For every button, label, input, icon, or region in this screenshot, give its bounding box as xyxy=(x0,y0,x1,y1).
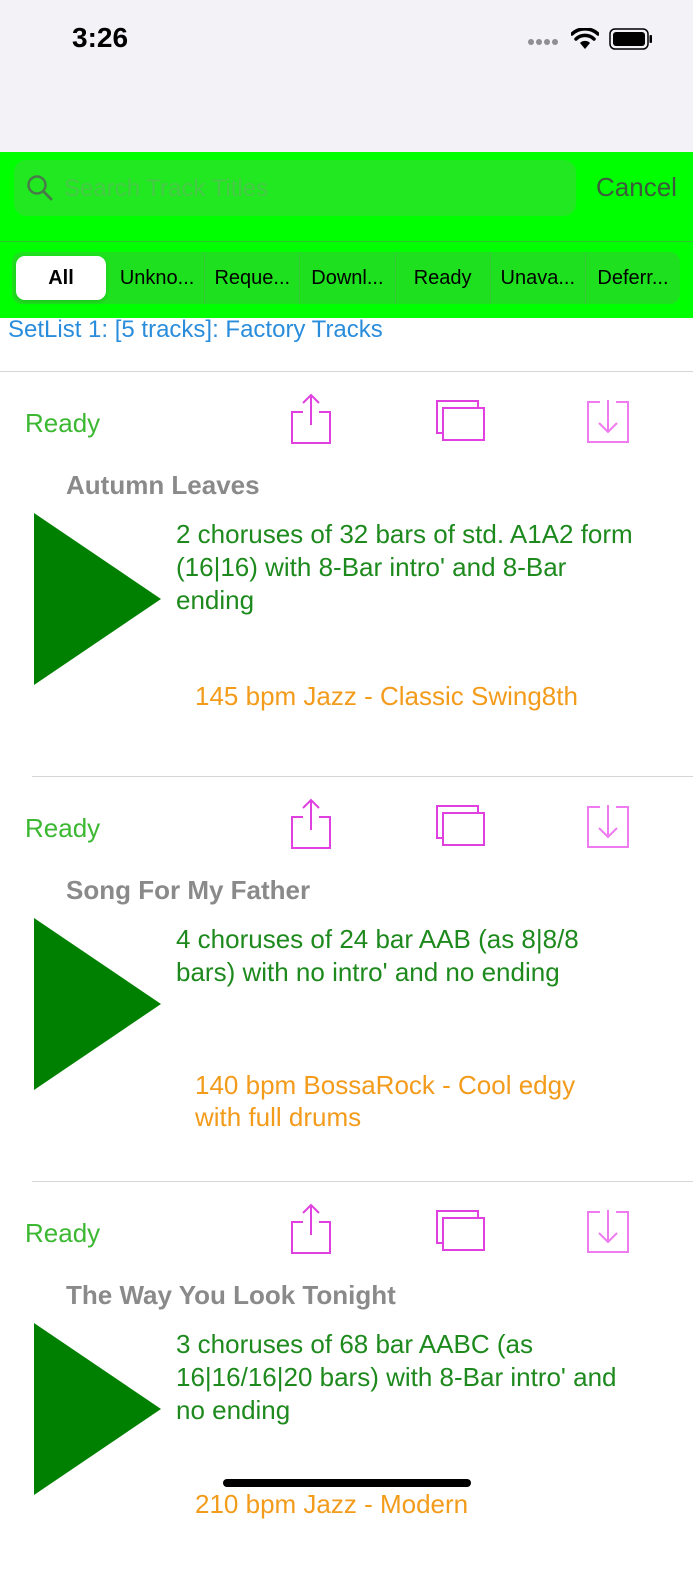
wifi-icon xyxy=(570,27,600,55)
segment-deferred[interactable]: Deferr... xyxy=(586,252,680,304)
play-icon[interactable] xyxy=(34,513,162,690)
track-style: 210 bpm Jazz - Modern xyxy=(195,1489,469,1519)
status-filter-segmented-control: All Unkno... Reque... Downl... Ready Una… xyxy=(12,252,680,304)
track-status: Ready xyxy=(25,1218,101,1248)
track-row[interactable]: Ready Song For My Father 4 choruses of 2… xyxy=(0,777,693,1182)
play-icon[interactable] xyxy=(34,918,162,1095)
track-status: Ready xyxy=(25,813,101,843)
duplicate-icon[interactable] xyxy=(436,805,486,852)
search-field[interactable] xyxy=(14,160,576,216)
battery-icon xyxy=(609,28,653,55)
download-icon[interactable] xyxy=(586,396,630,449)
duplicate-icon[interactable] xyxy=(436,400,486,447)
segment-unknown[interactable]: Unkno... xyxy=(110,252,206,304)
status-icons xyxy=(527,27,653,55)
track-row[interactable]: Ready The Way You Look Tonight 3 choruse… xyxy=(0,1182,693,1587)
share-icon[interactable] xyxy=(288,1202,334,1261)
track-description: 3 choruses of 68 bar AABC (as 16|16/16|2… xyxy=(176,1329,617,1425)
segment-unavailable[interactable]: Unava... xyxy=(491,252,586,304)
track-title: Song For My Father xyxy=(66,875,311,905)
segment-ready[interactable]: Ready xyxy=(396,252,491,304)
track-status: Ready xyxy=(25,408,101,438)
segment-downloading[interactable]: Downl... xyxy=(300,252,396,304)
download-icon[interactable] xyxy=(586,1206,630,1259)
track-title: Autumn Leaves xyxy=(66,470,260,500)
track-row[interactable]: Ready Autumn Leaves 2 choruses of 32 bar… xyxy=(0,372,693,777)
track-title: The Way You Look Tonight xyxy=(66,1280,396,1310)
play-icon[interactable] xyxy=(34,1323,162,1500)
track-description: 2 choruses of 32 bars of std. A1A2 form … xyxy=(176,519,633,615)
duplicate-icon[interactable] xyxy=(436,1210,486,1257)
share-icon[interactable] xyxy=(288,392,334,451)
search-input[interactable] xyxy=(62,168,566,210)
download-icon[interactable] xyxy=(586,801,630,854)
signal-icon xyxy=(527,33,561,51)
status-bar: 3:26 xyxy=(0,0,693,152)
search-divider xyxy=(0,241,693,242)
setlist-header: SetList 1: [5 tracks]: Factory Tracks xyxy=(8,316,383,343)
home-indicator xyxy=(223,1479,471,1487)
segment-all[interactable]: All xyxy=(16,256,106,300)
track-style: 140 bpm BossaRock - Cool edgy with full … xyxy=(195,1070,576,1132)
segment-requested[interactable]: Reque... xyxy=(205,252,301,304)
cancel-button[interactable]: Cancel xyxy=(596,172,677,203)
track-description: 4 choruses of 24 bar AAB (as 8|8/8 bars)… xyxy=(176,924,579,987)
share-icon[interactable] xyxy=(288,797,334,856)
status-time: 3:26 xyxy=(72,22,129,53)
track-style: 145 bpm Jazz - Classic Swing8th xyxy=(195,681,578,711)
search-icon xyxy=(26,174,54,207)
